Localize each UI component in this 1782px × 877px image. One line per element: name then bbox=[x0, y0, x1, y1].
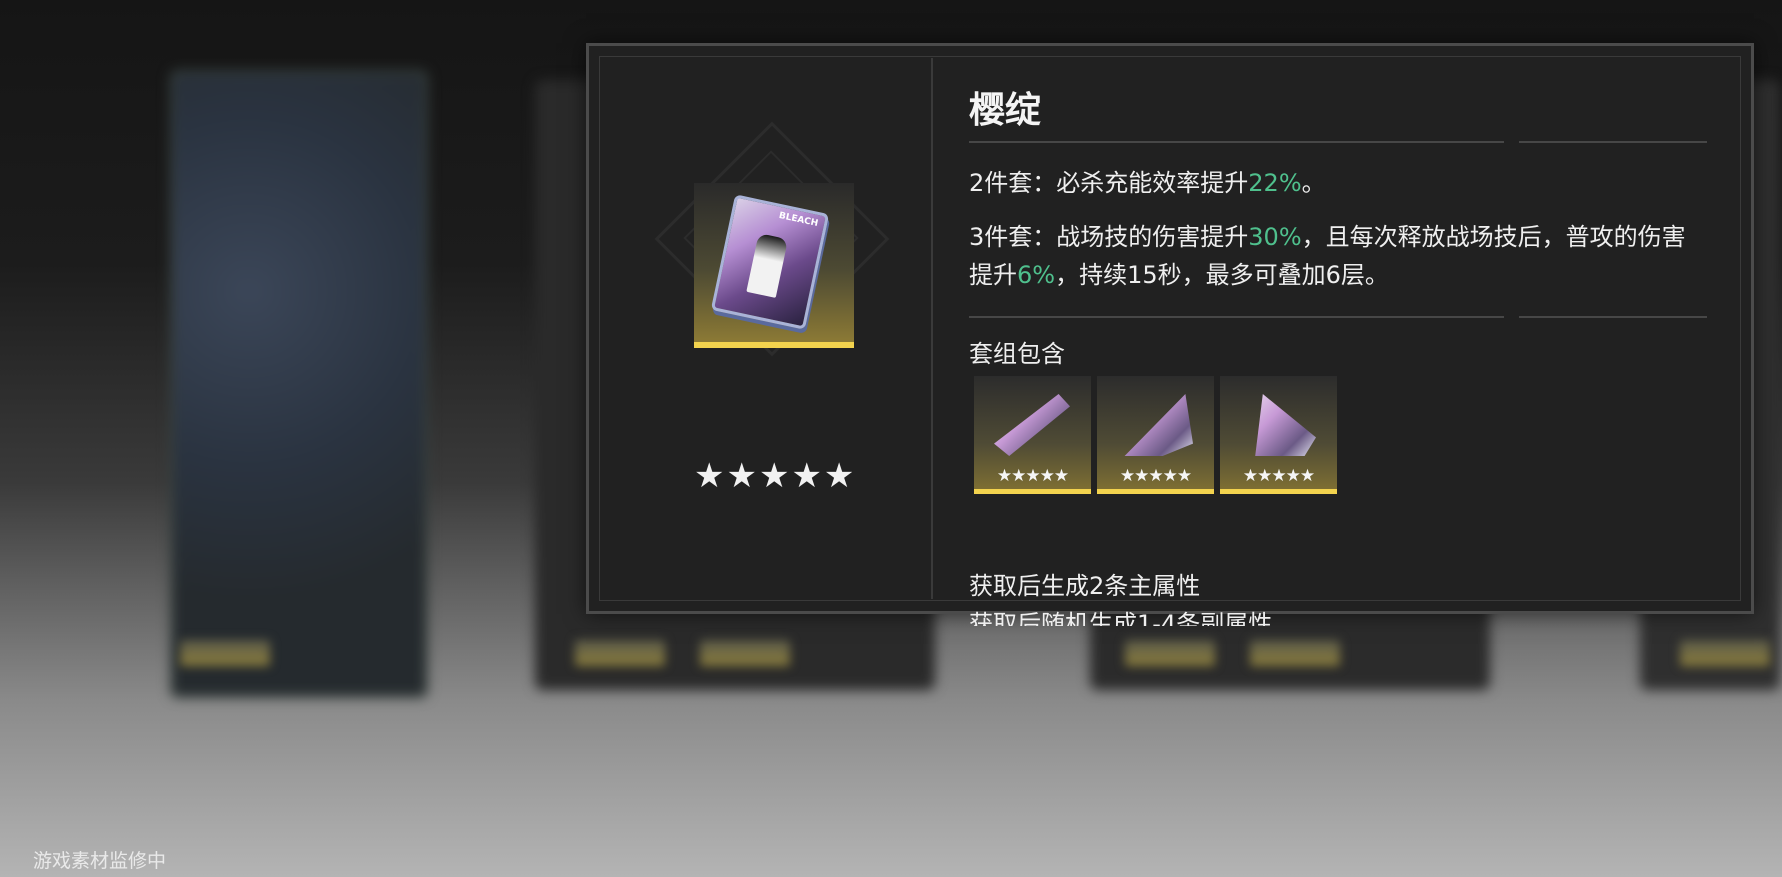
shard-icon bbox=[994, 394, 1070, 456]
shard-icon bbox=[1255, 394, 1316, 456]
background-slot bbox=[575, 640, 665, 666]
three-piece-text: 3件套：战场技的伤害提升 bbox=[969, 223, 1249, 251]
watermark-text: 游戏素材监修中 bbox=[33, 850, 167, 872]
background-slot bbox=[700, 640, 790, 666]
three-piece-suffix: ，持续15秒，最多可叠加6层。 bbox=[1055, 261, 1389, 289]
background-card-left bbox=[170, 70, 428, 698]
set-piece-item[interactable]: ★★★★★ bbox=[974, 376, 1091, 494]
set-contents-label: 套组包含 bbox=[969, 340, 1065, 368]
background-slot bbox=[180, 640, 270, 666]
item-tag-text: BLEACH bbox=[777, 210, 819, 230]
set-piece-item[interactable]: ★★★★★ bbox=[1220, 376, 1337, 494]
item-tooltip-panel: BLEACH ★★★★★ 樱绽 2件套：必杀充能效率提升22%。 3件套：战场技… bbox=[586, 43, 1754, 626]
piece-rarity-stars: ★★★★★ bbox=[996, 466, 1069, 486]
effects-divider bbox=[969, 316, 1504, 318]
set-pieces-list: ★★★★★ ★★★★★ ★★★★★ bbox=[974, 376, 1337, 494]
piece-rarity-stars: ★★★★★ bbox=[1242, 466, 1315, 486]
three-piece-value-2: 6% bbox=[1017, 261, 1056, 289]
rarity-stars: ★★★★★ bbox=[694, 456, 857, 496]
background-slot bbox=[1250, 640, 1340, 666]
title-divider-right bbox=[1519, 141, 1707, 143]
two-piece-text: 2件套：必杀充能效率提升 bbox=[969, 169, 1249, 197]
two-piece-value: 22% bbox=[1248, 169, 1302, 197]
sub-attribute-clip: 获取后随机生成1-4条副属性 bbox=[969, 606, 1272, 626]
title-divider bbox=[969, 141, 1504, 143]
item-preview-column: BLEACH ★★★★★ bbox=[599, 56, 917, 601]
item-title: 樱绽 bbox=[969, 89, 1042, 131]
item-details-column: 樱绽 2件套：必杀充能效率提升22%。 3件套：战场技的伤害提升30%，且每次释… bbox=[969, 46, 1721, 626]
piece-rarity-stars: ★★★★★ bbox=[1119, 466, 1192, 486]
shard-icon bbox=[1124, 394, 1193, 456]
background-slot bbox=[1125, 640, 1215, 666]
set-piece-item[interactable]: ★★★★★ bbox=[1097, 376, 1214, 494]
background-slot bbox=[1680, 640, 1770, 666]
character-figure bbox=[746, 233, 789, 298]
three-piece-value-1: 30% bbox=[1248, 223, 1302, 251]
column-divider bbox=[931, 58, 933, 599]
two-piece-effect: 2件套：必杀充能效率提升22%。 bbox=[969, 164, 1709, 202]
effects-divider-right bbox=[1519, 316, 1707, 318]
three-piece-effect: 3件套：战场技的伤害提升30%，且每次释放战场技后，普攻的伤害提升6%，持续15… bbox=[969, 218, 1709, 294]
item-icon: BLEACH bbox=[694, 183, 854, 348]
two-piece-suffix: 。 bbox=[1301, 169, 1326, 197]
sub-attribute-text: 获取后随机生成1-4条副属性 bbox=[969, 610, 1273, 626]
main-attribute-text: 获取后生成2条主属性 bbox=[969, 572, 1201, 600]
card-book-icon: BLEACH bbox=[710, 194, 830, 330]
